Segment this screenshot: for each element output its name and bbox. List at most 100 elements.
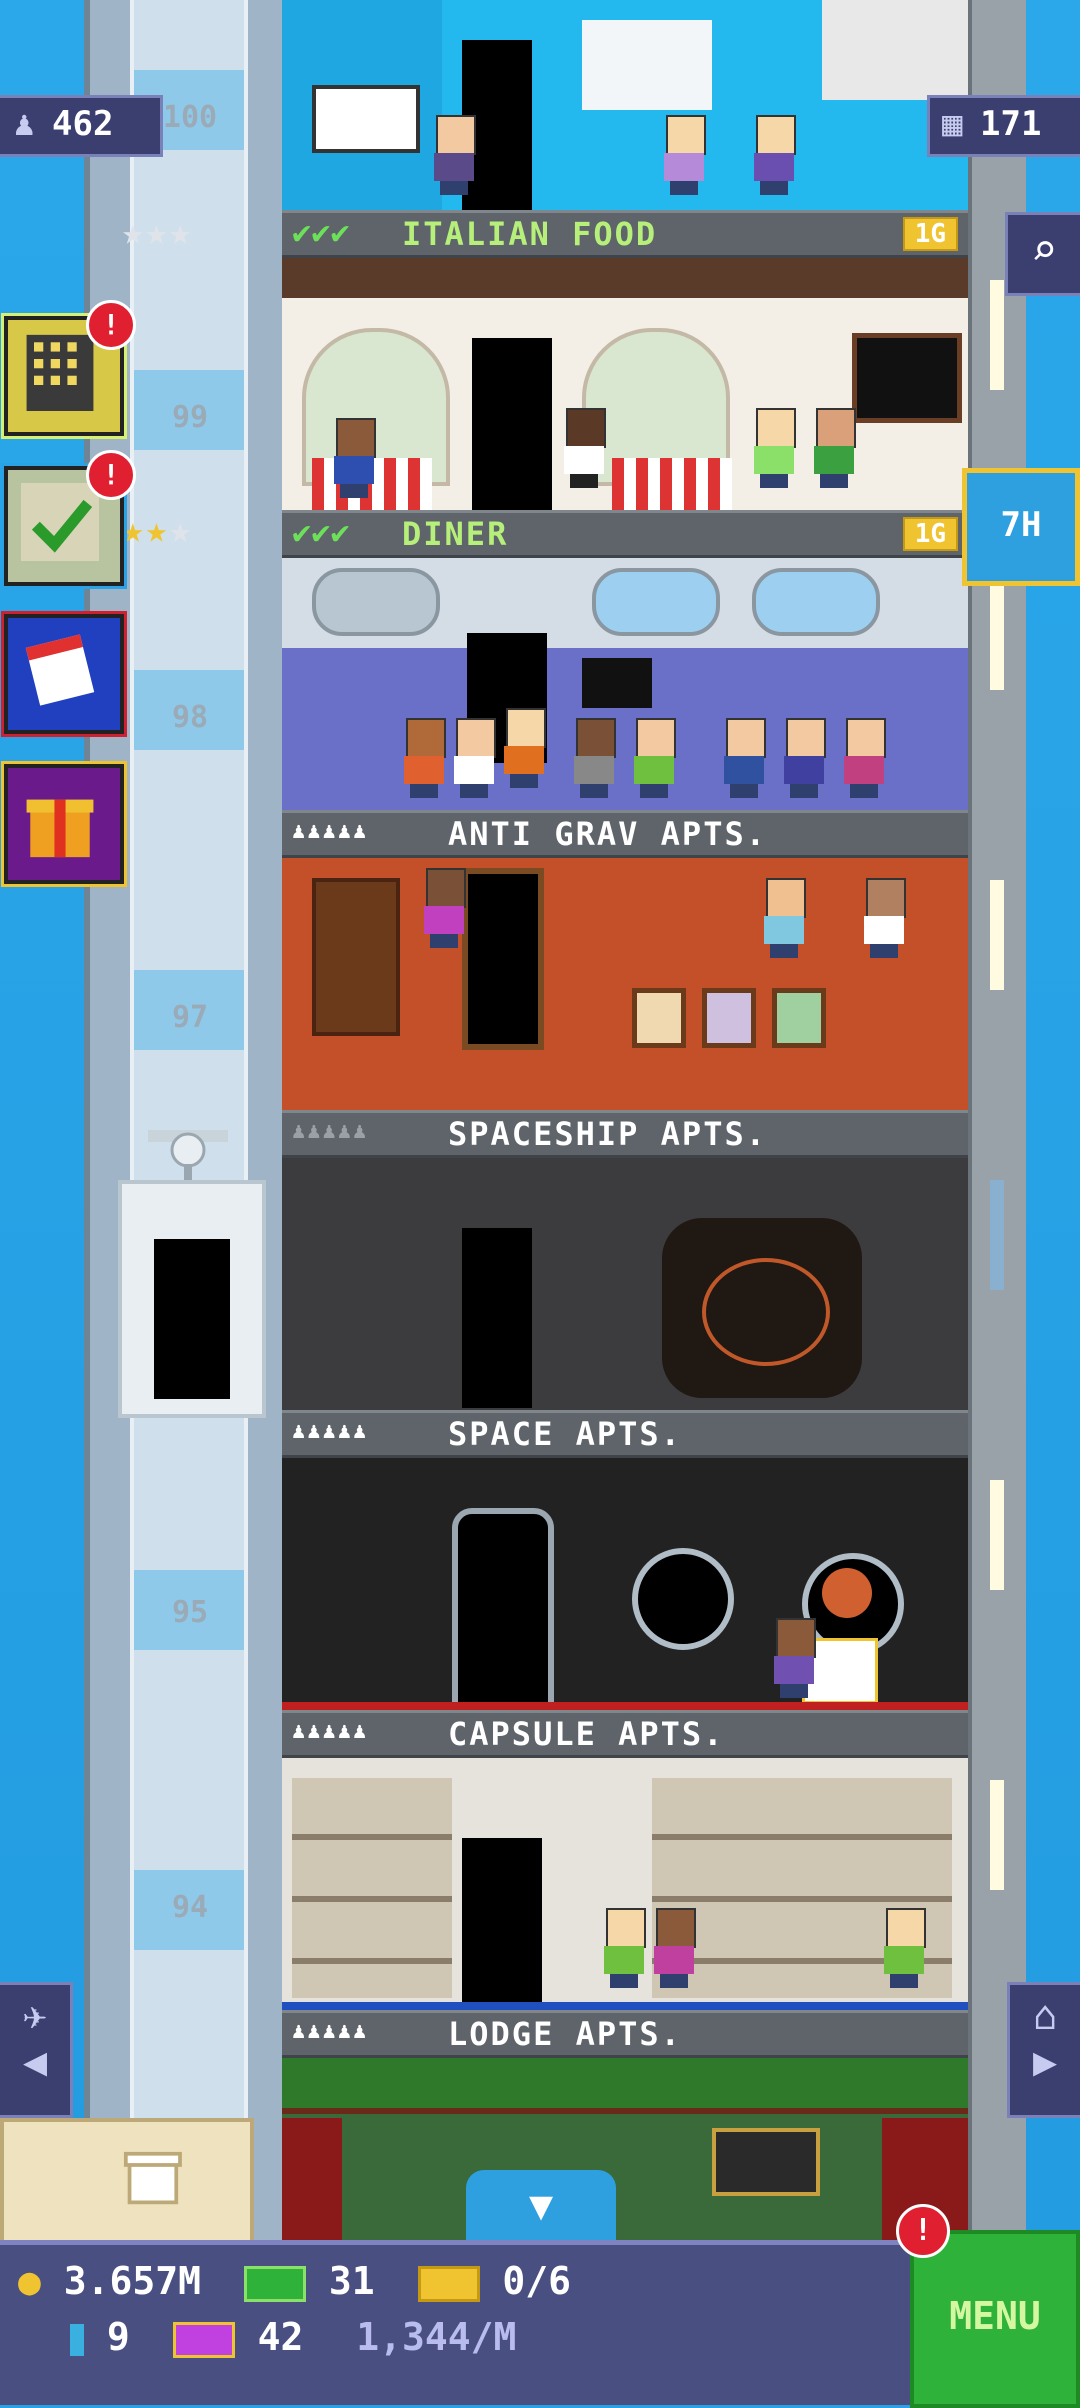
gift-button[interactable]: [4, 764, 124, 884]
coin-icon: ●: [18, 2259, 41, 2303]
floor-number: 98: [171, 700, 209, 735]
floor-label[interactable]: ♟♟♟♟♟ SPACE APTS.: [282, 1410, 968, 1458]
customer[interactable]: [402, 718, 446, 798]
alert-badge: !: [86, 300, 136, 350]
menu-label: MENU: [949, 2294, 1041, 2338]
floor-rating-stars: ★★★: [122, 510, 194, 551]
tenant[interactable]: [772, 1618, 816, 1698]
room-spaceship-apts[interactable]: [282, 1158, 968, 1410]
floor-level-badge: 1G: [902, 517, 958, 551]
floor-label[interactable]: ✔✔✔ ITALIAN FOOD 1G: [282, 210, 968, 258]
alert-badge: !: [896, 2204, 950, 2258]
room-office[interactable]: [282, 0, 968, 210]
tenant[interactable]: [422, 868, 466, 948]
tower: ✔✔✔ ITALIAN FOOD 1G ✔✔✔ DINER 1G ♟♟♟♟♟ A…: [282, 0, 968, 2240]
vip-icon: [172, 2321, 235, 2358]
missions-button[interactable]: !: [4, 450, 136, 586]
floor-name: LODGE APTS.: [448, 2015, 682, 2053]
arrow-right-icon: ▶: [1032, 2039, 1058, 2085]
occupancy-icons: ♟♟♟♟♟: [292, 1719, 369, 1744]
floor-level-badge: 1G: [902, 217, 958, 251]
timer-button[interactable]: 7H: [962, 468, 1080, 586]
key-icon: [70, 2323, 84, 2356]
building-icon: ▦: [942, 104, 963, 144]
customer[interactable]: [752, 408, 796, 488]
income-rate: 1,344/M: [356, 2315, 517, 2359]
elevator-cable-icon: [148, 1130, 228, 1180]
customer[interactable]: [502, 708, 546, 788]
plane-icon: ✈: [22, 1993, 48, 2039]
floor-label[interactable]: ♟♟♟♟♟ SPACESHIP APTS.: [282, 1110, 968, 1158]
keys-value: 9: [106, 2315, 130, 2359]
floor-name: DINER: [402, 515, 509, 553]
floor-count[interactable]: ▦ 171: [927, 95, 1080, 157]
elevator-door: [154, 1239, 230, 1399]
chef[interactable]: [562, 408, 606, 488]
box-icon: [123, 2151, 182, 2205]
occupancy-icons: ♟♟♟♟♟: [292, 1419, 369, 1444]
scroll-down-button[interactable]: ▼: [466, 2170, 616, 2242]
tenant[interactable]: [862, 878, 906, 958]
floor-name: ITALIAN FOOD: [402, 215, 658, 253]
arrow-left-icon: ◀: [22, 2039, 48, 2085]
floor-rating-stars: ★★★: [122, 212, 194, 253]
customer[interactable]: [782, 718, 826, 798]
customer[interactable]: [572, 718, 616, 798]
floor-number: 94: [171, 1890, 209, 1925]
floor-label[interactable]: ♟♟♟♟♟ ANTI GRAV APTS.: [282, 810, 968, 858]
tenant[interactable]: [882, 1908, 926, 1988]
room-anti-grav-apts[interactable]: [282, 858, 968, 1110]
customer[interactable]: [452, 718, 496, 798]
room-lodge-apts[interactable]: [282, 2058, 968, 2240]
gift-icon: [26, 799, 94, 858]
stock-checks: ✔✔✔: [292, 213, 350, 251]
arrow-down-icon: ▼: [528, 2183, 554, 2229]
occupancy-icons: ♟♟♟♟♟: [292, 1119, 369, 1144]
timer-label: 7H: [1000, 505, 1042, 545]
floor-label[interactable]: ♟♟♟♟♟ LODGE APTS.: [282, 2010, 968, 2058]
stock-checks: ✔✔✔: [292, 513, 350, 551]
magnifier-icon: ⌕: [1030, 225, 1058, 276]
floor-label[interactable]: ♟♟♟♟♟ CAPSULE APTS.: [282, 1710, 968, 1758]
visitor-nav-button[interactable]: ✈ ◀: [0, 1982, 73, 2118]
floor-name: ANTI GRAV APTS.: [448, 815, 767, 853]
alert-badge: !: [86, 450, 136, 500]
tickets-value: 0/6: [502, 2259, 572, 2303]
bux-value: 31: [328, 2259, 375, 2303]
customer[interactable]: [632, 718, 676, 798]
person-icon: ♟: [14, 104, 35, 144]
room-italian-food[interactable]: [282, 258, 968, 510]
customer[interactable]: [812, 408, 856, 488]
menu-button[interactable]: MENU: [910, 2230, 1080, 2408]
bux-icon: [243, 2265, 306, 2302]
search-button[interactable]: ⌕: [1005, 212, 1080, 296]
room-capsule-apts[interactable]: [282, 1758, 968, 2010]
population-counter[interactable]: ♟ 462: [0, 95, 163, 157]
home-nav-button[interactable]: ⌂ ▶: [1007, 1982, 1080, 2118]
floor-count-value: 171: [980, 104, 1042, 144]
tower-right-rail: [968, 0, 1026, 2240]
tenant[interactable]: [752, 115, 796, 195]
floor-number: 95: [171, 1595, 209, 1630]
tenant[interactable]: [652, 1908, 696, 1988]
lobby-button[interactable]: [0, 2118, 254, 2248]
tenant[interactable]: [432, 115, 476, 195]
occupancy-icons: ♟♟♟♟♟: [292, 819, 369, 844]
customer[interactable]: [722, 718, 766, 798]
floor-label[interactable]: ✔✔✔ DINER 1G: [282, 510, 968, 558]
calendar-button[interactable]: [4, 614, 124, 734]
tenant[interactable]: [602, 1908, 646, 1988]
floor-number: 97: [171, 1000, 209, 1035]
tenant[interactable]: [762, 878, 806, 958]
build-floor-button[interactable]: !: [4, 300, 136, 436]
tenant[interactable]: [662, 115, 706, 195]
population-value: 462: [52, 104, 114, 144]
elevator-car[interactable]: [118, 1180, 266, 1418]
floor-number: 99: [171, 400, 209, 435]
floor-name: CAPSULE APTS.: [448, 1715, 725, 1753]
customer[interactable]: [332, 418, 376, 498]
room-space-apts[interactable]: [282, 1458, 968, 1710]
floor-name: SPACESHIP APTS.: [448, 1115, 767, 1153]
room-diner[interactable]: [282, 558, 968, 810]
customer[interactable]: [842, 718, 886, 798]
